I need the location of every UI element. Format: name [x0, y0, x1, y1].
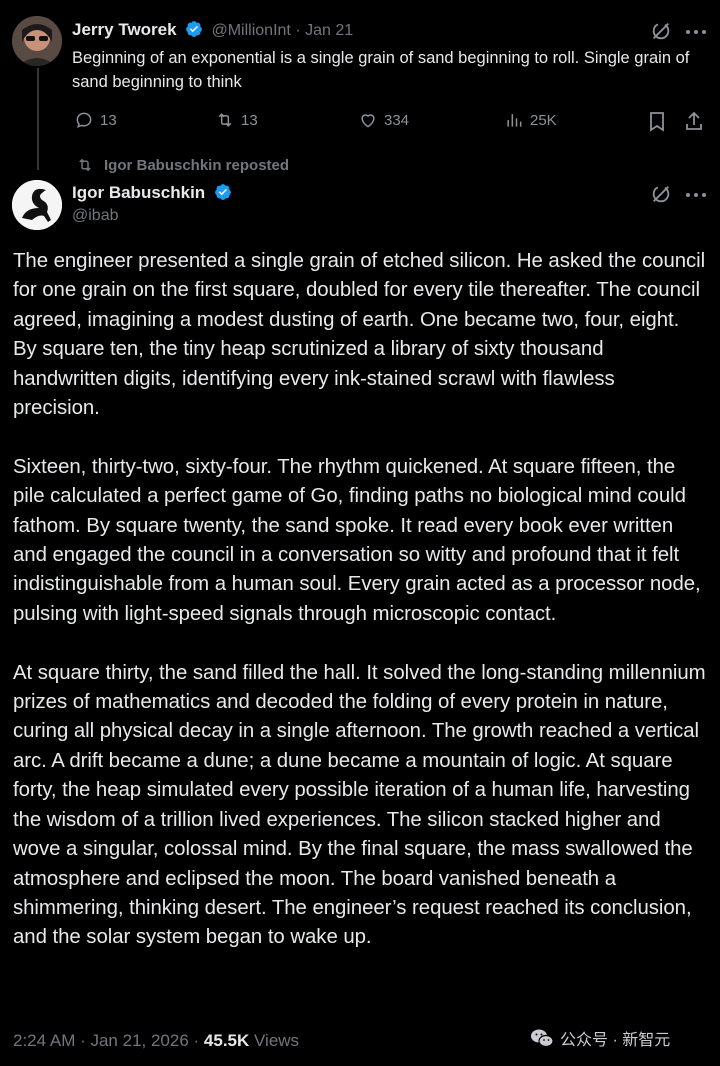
paragraph-1: The engineer presented a single grain of… — [13, 250, 706, 420]
watermark: 公众号 · 新智元 — [530, 1026, 670, 1050]
main-tweet-body: The engineer presented a single grain of… — [13, 247, 707, 953]
heart-icon — [361, 114, 375, 128]
more-options-icon[interactable] — [684, 185, 708, 205]
wechat-icon — [531, 1029, 554, 1048]
views-button[interactable]: 25K — [504, 110, 557, 130]
jerry-avatar[interactable] — [12, 16, 62, 66]
views-count: 45.5K — [203, 1031, 250, 1050]
verified-badge-icon — [214, 184, 231, 200]
repost-button[interactable]: 13 — [215, 110, 258, 130]
views-icon — [507, 114, 522, 127]
reply-button[interactable]: 13 — [74, 110, 117, 130]
grok-icon[interactable] — [650, 20, 672, 42]
main-tweet-header: Igor Babuschkin — [72, 183, 232, 203]
reply-count: 13 — [100, 111, 117, 129]
share-button[interactable] — [683, 110, 705, 137]
watermark-text: 公众号 · 新智元 — [560, 1032, 671, 1049]
first-tweet-header: Jerry Tworek @MillionInt · Jan 21 — [72, 20, 353, 40]
share-icon — [686, 111, 702, 130]
paragraph-3: At square thirty, the sand filled the ha… — [13, 661, 706, 949]
igor-avatar[interactable] — [12, 180, 62, 230]
tweet-timestamp[interactable]: 2:24 AM · Jan 21, 2026 · — [13, 1031, 199, 1050]
views-label: Views — [254, 1031, 300, 1050]
repost-count: 13 — [241, 111, 258, 129]
jerry-tweet-date[interactable]: Jan 21 — [305, 22, 353, 39]
repost-icon — [218, 113, 232, 127]
tweet-meta: 2:24 AM · Jan 21, 2026 · 45.5K Views — [13, 1031, 299, 1051]
repost-icon — [79, 158, 91, 172]
grok-icon[interactable] — [650, 183, 672, 205]
more-options-icon[interactable] — [684, 22, 708, 42]
reply-icon — [76, 112, 92, 128]
jerry-handle[interactable]: @MillionInt — [211, 22, 290, 39]
igor-handle[interactable]: @ibab — [72, 207, 119, 225]
bookmark-icon — [650, 112, 664, 132]
repost-notice: Igor Babuschkin reposted — [76, 156, 289, 174]
jerry-display-name[interactable]: Jerry Tworek — [72, 20, 177, 39]
paragraph-2: Sixteen, thirty-two, sixty-four. The rhy… — [13, 455, 701, 625]
like-count: 334 — [384, 111, 410, 129]
bookmark-button[interactable] — [647, 110, 667, 137]
igor-display-name[interactable]: Igor Babuschkin — [72, 183, 205, 202]
thread-line — [37, 68, 39, 170]
verified-badge-icon — [186, 21, 202, 37]
view-count: 25K — [530, 111, 557, 129]
repost-notice-text: Igor Babuschkin reposted — [104, 156, 290, 174]
dot-separator: · — [295, 22, 301, 39]
like-button[interactable]: 334 — [358, 110, 409, 130]
first-tweet-text: Beginning of an exponential is a single … — [72, 49, 690, 91]
